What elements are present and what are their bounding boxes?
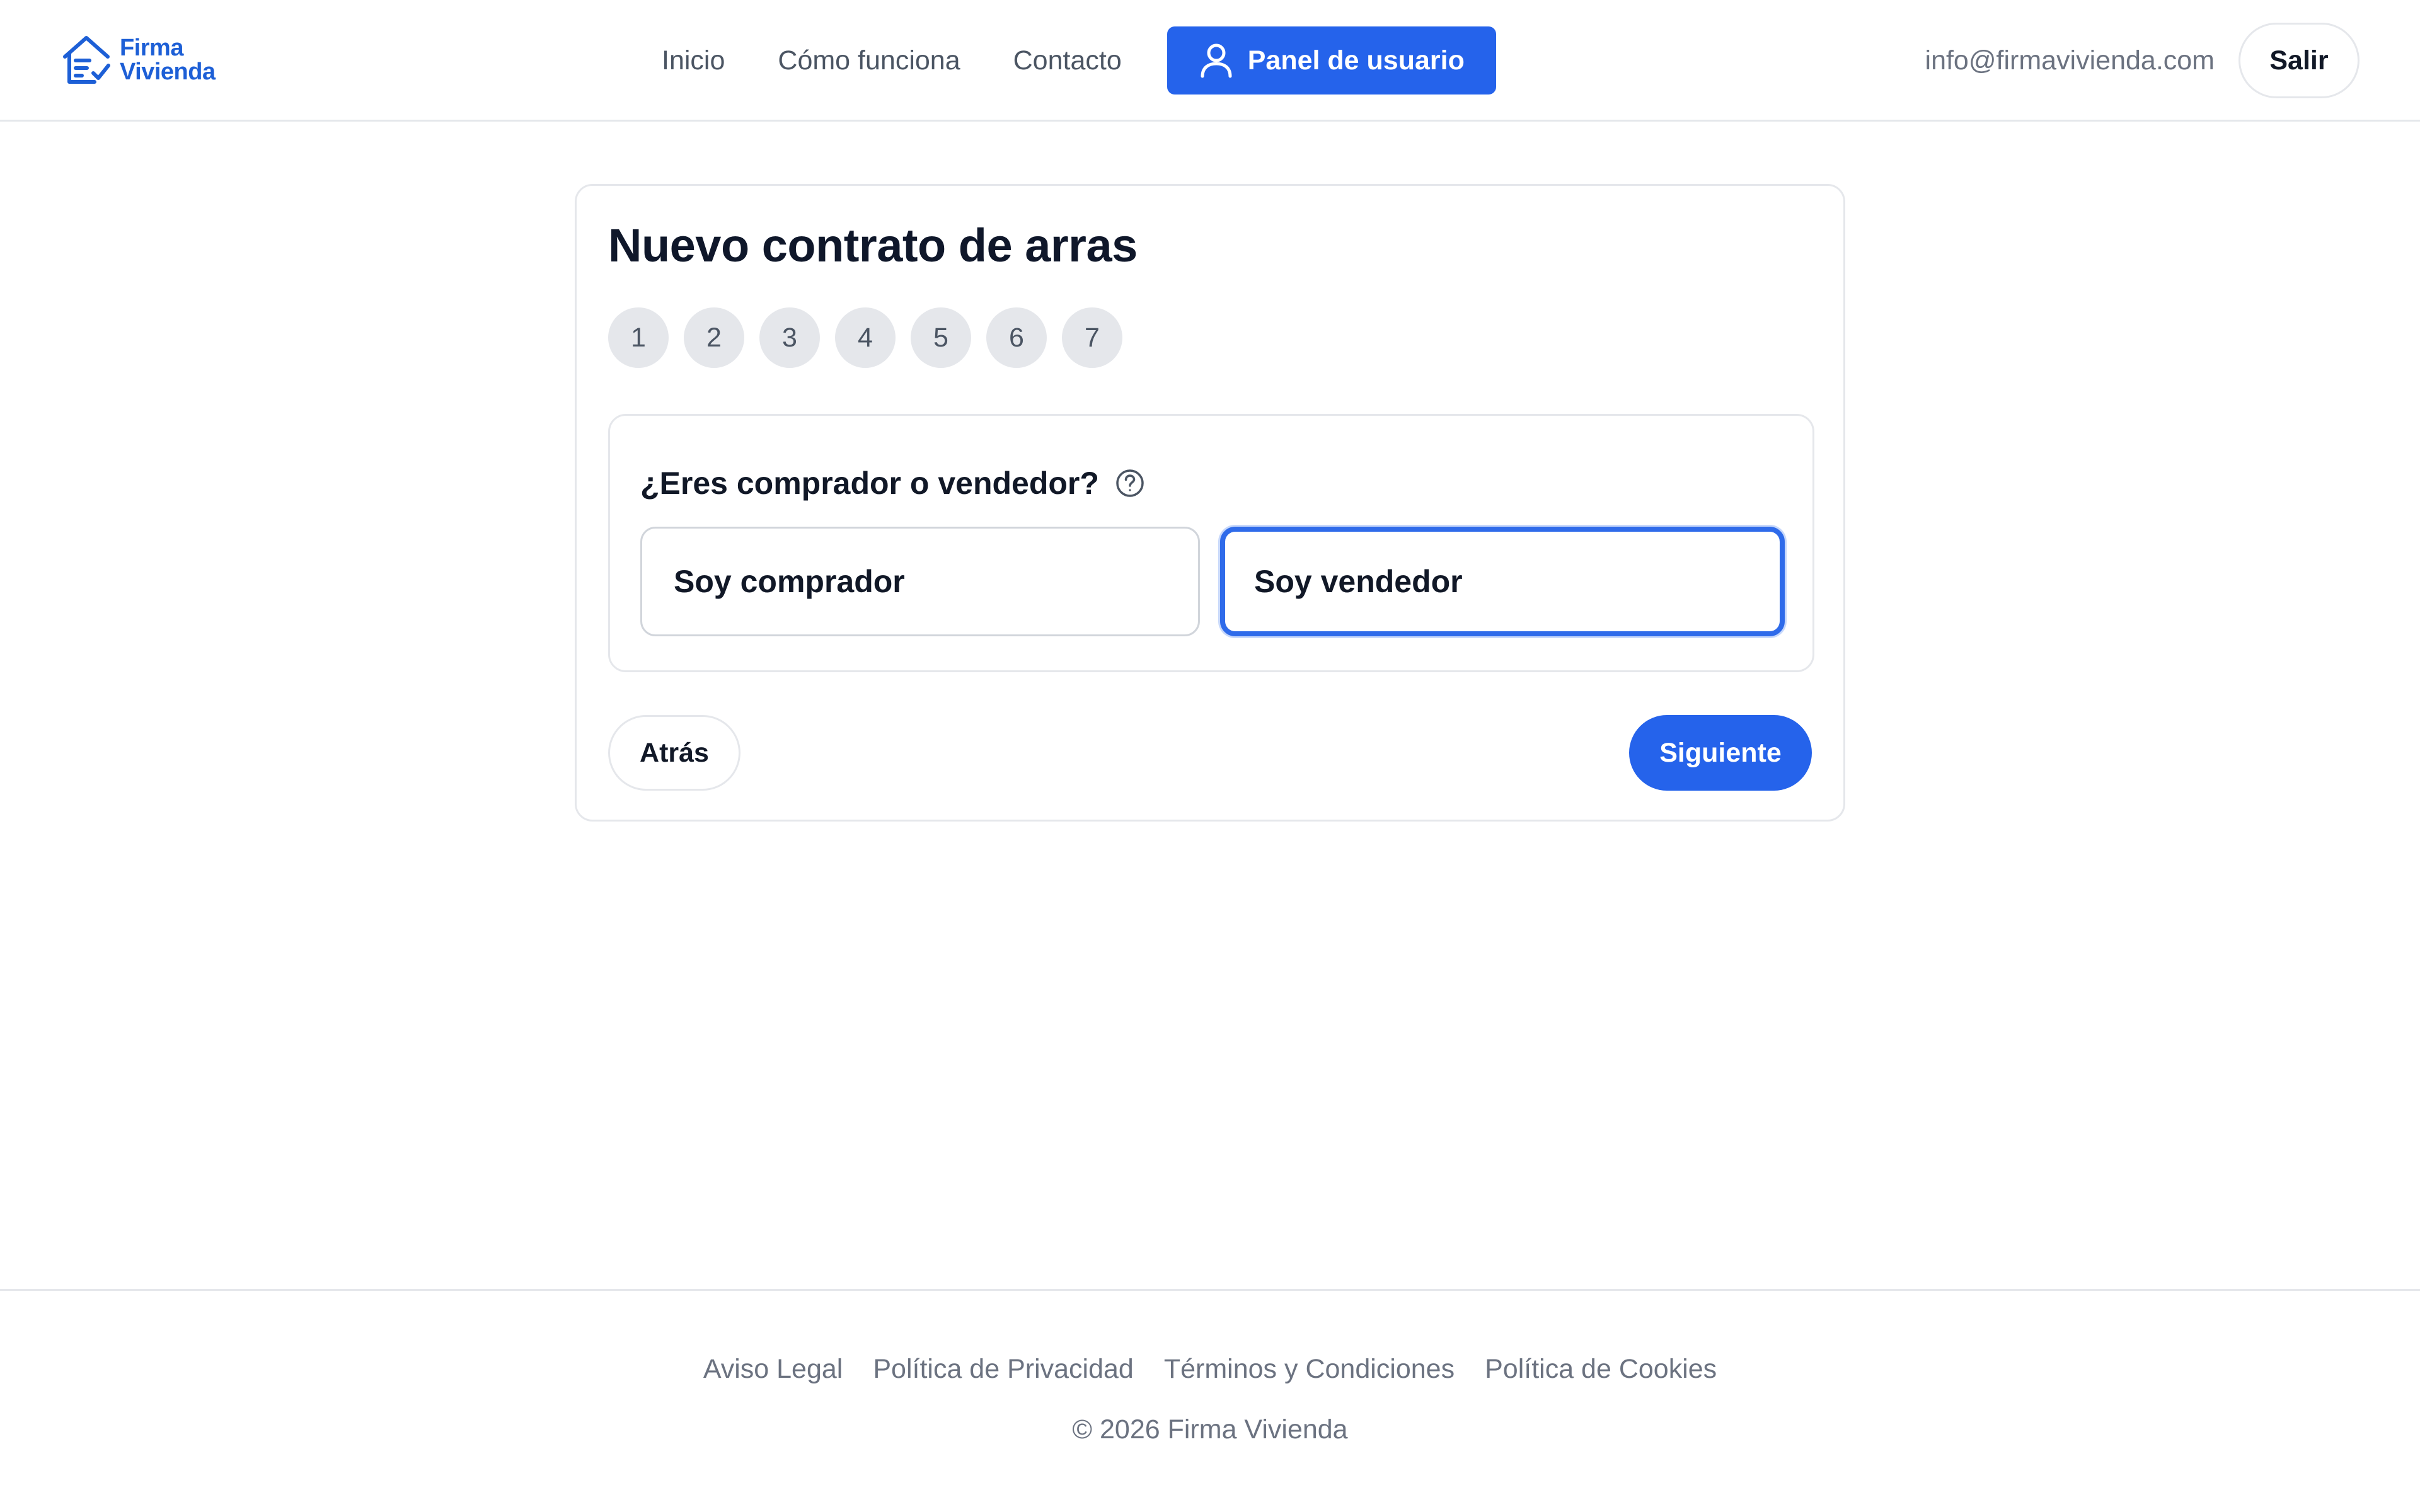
step-4[interactable]: 4 <box>835 307 896 368</box>
step-3[interactable]: 3 <box>759 307 820 368</box>
footer-links: Aviso Legal Política de Privacidad Térmi… <box>0 1354 2420 1385</box>
footer-link-privacidad[interactable]: Política de Privacidad <box>873 1354 1134 1385</box>
brand-name: Firma Vivienda <box>120 36 216 84</box>
footer-link-cookies[interactable]: Política de Cookies <box>1485 1354 1717 1385</box>
logout-button[interactable]: Salir <box>2238 23 2360 98</box>
brand-logo[interactable]: Firma Vivienda <box>62 32 216 88</box>
option-buyer[interactable]: Soy comprador <box>640 527 1200 636</box>
role-question: ¿Eres comprador o vendedor? <box>640 465 1146 501</box>
role-question-label: ¿Eres comprador o vendedor? <box>640 466 1099 501</box>
next-button[interactable]: Siguiente <box>1629 715 1812 791</box>
back-button[interactable]: Atrás <box>608 715 740 791</box>
role-question-panel: ¿Eres comprador o vendedor? Soy comprado… <box>608 414 1814 672</box>
user-panel-label: Panel de usuario <box>1247 45 1465 76</box>
site-footer: Aviso Legal Política de Privacidad Térmi… <box>0 1289 2420 1512</box>
nav-link-inicio[interactable]: Inicio <box>662 45 725 76</box>
page-title: Nuevo contrato de arras <box>608 219 1138 272</box>
brand-name-line1: Firma <box>120 35 183 61</box>
step-7[interactable]: 7 <box>1062 307 1122 368</box>
house-document-icon <box>63 36 110 84</box>
main-nav: Inicio Cómo funciona Contacto Panel de u… <box>662 26 1496 94</box>
help-circle-icon[interactable] <box>1114 467 1146 499</box>
step-5[interactable]: 5 <box>911 307 971 368</box>
header-account: info@firmavivienda.com Salir <box>1925 23 2360 98</box>
copyright-text: © 2026 Firma Vivienda <box>1072 1414 1348 1445</box>
contact-email: info@firmavivienda.com <box>1925 45 2215 76</box>
step-2[interactable]: 2 <box>684 307 744 368</box>
nav-link-contacto[interactable]: Contacto <box>1013 45 1122 76</box>
footer-link-terminos[interactable]: Términos y Condiciones <box>1164 1354 1455 1385</box>
step-indicator: 1 2 3 4 5 6 7 <box>608 307 1122 368</box>
step-6[interactable]: 6 <box>986 307 1047 368</box>
nav-link-como-funciona[interactable]: Cómo funciona <box>778 45 960 76</box>
contract-wizard-card: Nuevo contrato de arras 1 2 3 4 5 6 7 ¿E… <box>575 184 1845 822</box>
brand-name-line2: Vivienda <box>120 59 216 85</box>
site-header: Firma Vivienda Inicio Cómo funciona Cont… <box>0 0 2420 122</box>
user-panel-button[interactable]: Panel de usuario <box>1167 26 1496 94</box>
step-1[interactable]: 1 <box>608 307 669 368</box>
user-icon <box>1201 43 1232 78</box>
option-seller-selected[interactable]: Soy vendedor <box>1220 527 1785 636</box>
footer-link-aviso-legal[interactable]: Aviso Legal <box>703 1354 843 1385</box>
